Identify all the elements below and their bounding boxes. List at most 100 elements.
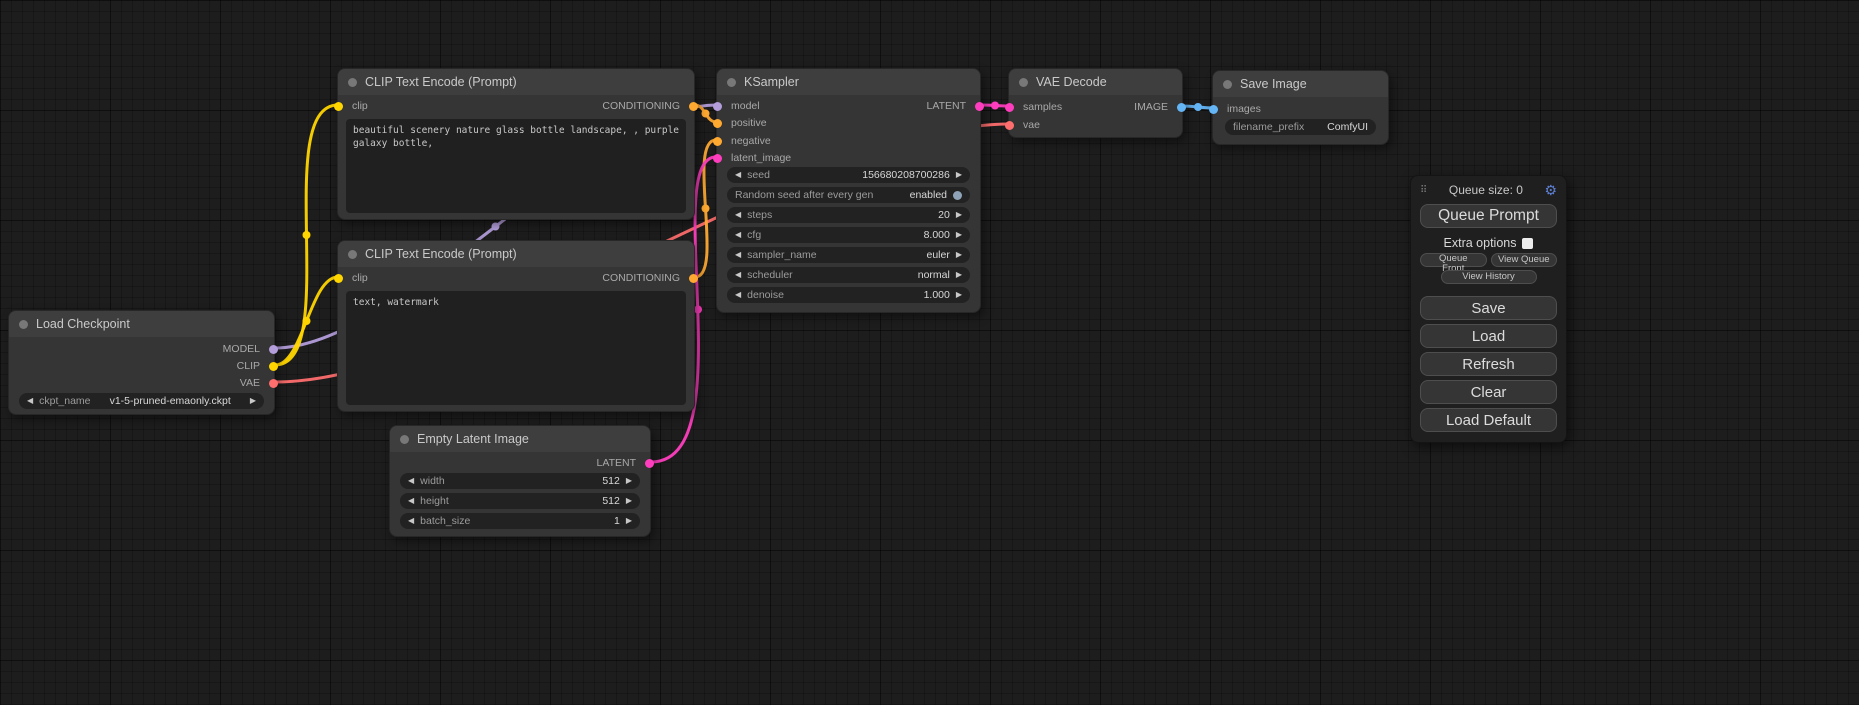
samples-input-slot[interactable]: [1005, 103, 1014, 112]
refresh-button[interactable]: Refresh: [1420, 352, 1557, 376]
node-ksampler[interactable]: KSampler model positive negative latent_…: [716, 68, 981, 313]
vae-output-label: VAE: [240, 377, 260, 389]
node-collapse-dot-icon[interactable]: [727, 78, 736, 87]
clip-encode-positive-title-bar[interactable]: CLIP Text Encode (Prompt): [338, 69, 694, 95]
images-input-slot[interactable]: [1209, 105, 1218, 114]
node-load-checkpoint[interactable]: Load Checkpoint MODEL CLIP VAE ◀ ckpt_na…: [8, 310, 275, 415]
increment-arrow-icon[interactable]: ▶: [626, 513, 632, 529]
save-button[interactable]: Save: [1420, 296, 1557, 320]
node-collapse-dot-icon[interactable]: [1223, 80, 1232, 89]
scheduler-widget[interactable]: ◀ scheduler normal ▶: [727, 267, 970, 283]
node-collapse-dot-icon[interactable]: [1019, 78, 1028, 87]
steps-widget[interactable]: ◀ steps 20 ▶: [727, 207, 970, 223]
conditioning-output-slot[interactable]: [689, 274, 698, 283]
wire-midpoint-dot-model: [492, 223, 500, 231]
increment-arrow-icon[interactable]: ▶: [626, 473, 632, 489]
random-seed-toggle-icon[interactable]: [953, 191, 962, 200]
random-seed-widget[interactable]: Random seed after every gen enabled: [727, 187, 970, 203]
increment-arrow-icon[interactable]: ▶: [956, 167, 962, 183]
batch-size-value: 1: [476, 515, 619, 527]
load-default-button[interactable]: Load Default: [1420, 408, 1557, 432]
vae-output-slot[interactable]: [269, 379, 278, 388]
vae-decode-title-bar[interactable]: VAE Decode: [1009, 69, 1182, 95]
node-collapse-dot-icon[interactable]: [19, 320, 28, 329]
node-save-image[interactable]: Save Image images filename_prefix ComfyU…: [1212, 70, 1389, 145]
model-output-slot[interactable]: [269, 345, 278, 354]
increment-arrow-icon[interactable]: ▶: [626, 493, 632, 509]
decrement-arrow-icon[interactable]: ◀: [408, 473, 414, 489]
model-input-slot[interactable]: [713, 102, 722, 111]
increment-arrow-icon[interactable]: ▶: [956, 227, 962, 243]
latent-image-input-slot[interactable]: [713, 154, 722, 163]
node-empty-latent-image[interactable]: Empty Latent Image LATENT ◀ width 512 ▶ …: [389, 425, 651, 537]
vae-input-label: vae: [1023, 119, 1040, 131]
node-vae-decode[interactable]: VAE Decode samples vae IMAGE: [1008, 68, 1183, 138]
view-queue-button[interactable]: View Queue: [1491, 253, 1558, 267]
clip-encode-negative-title-bar[interactable]: CLIP Text Encode (Prompt): [338, 241, 694, 267]
width-widget[interactable]: ◀ width 512 ▶: [400, 473, 640, 489]
next-value-arrow-icon[interactable]: ▶: [956, 267, 962, 283]
prev-value-arrow-icon[interactable]: ◀: [735, 267, 741, 283]
height-widget[interactable]: ◀ height 512 ▶: [400, 493, 640, 509]
negative-input-slot[interactable]: [713, 137, 722, 146]
positive-input-slot[interactable]: [713, 119, 722, 128]
load-button[interactable]: Load: [1420, 324, 1557, 348]
decrement-arrow-icon[interactable]: ◀: [735, 287, 741, 303]
scheduler-value: normal: [799, 269, 950, 281]
next-value-arrow-icon[interactable]: ▶: [250, 393, 256, 409]
clip-input-slot[interactable]: [334, 274, 343, 283]
filename-prefix-widget[interactable]: filename_prefix ComfyUI: [1225, 119, 1376, 135]
increment-arrow-icon[interactable]: ▶: [956, 287, 962, 303]
extra-options-checkbox[interactable]: [1522, 238, 1533, 249]
prev-value-arrow-icon[interactable]: ◀: [735, 247, 741, 263]
next-value-arrow-icon[interactable]: ▶: [956, 247, 962, 263]
clip-input-slot[interactable]: [334, 102, 343, 111]
load-checkpoint-title-bar[interactable]: Load Checkpoint: [9, 311, 274, 337]
wire-midpoint-dot-clip-negative: [303, 317, 311, 325]
clear-button[interactable]: Clear: [1420, 380, 1557, 404]
node-collapse-dot-icon[interactable]: [348, 78, 357, 87]
ksampler-title-bar[interactable]: KSampler: [717, 69, 980, 95]
denoise-widget[interactable]: ◀ denoise 1.000 ▶: [727, 287, 970, 303]
vae-input-slot[interactable]: [1005, 121, 1014, 130]
drag-handle-icon[interactable]: ⠿: [1420, 185, 1427, 196]
node-graph-canvas[interactable]: Load Checkpoint MODEL CLIP VAE ◀ ckpt_na…: [0, 0, 1859, 705]
cfg-widget[interactable]: ◀ cfg 8.000 ▶: [727, 227, 970, 243]
view-history-button[interactable]: View History: [1441, 270, 1537, 284]
wire-midpoint-dot-latent-output: [991, 102, 999, 110]
empty-latent-title: Empty Latent Image: [417, 432, 529, 446]
decrement-arrow-icon[interactable]: ◀: [408, 513, 414, 529]
clip-output-slot[interactable]: [269, 362, 278, 371]
decrement-arrow-icon[interactable]: ◀: [735, 207, 741, 223]
batch-size-widget[interactable]: ◀ batch_size 1 ▶: [400, 513, 640, 529]
seed-widget[interactable]: ◀ seed 156680208700286 ▶: [727, 167, 970, 183]
decrement-arrow-icon[interactable]: ◀: [408, 493, 414, 509]
queue-prompt-button[interactable]: Queue Prompt: [1420, 204, 1557, 228]
positive-prompt-textarea[interactable]: beautiful scenery nature glass bottle la…: [346, 119, 686, 213]
latent-output-slot[interactable]: [645, 459, 654, 468]
image-output-slot[interactable]: [1177, 103, 1186, 112]
steps-label: steps: [747, 209, 772, 221]
extra-options-label: Extra options: [1444, 236, 1517, 250]
spacer: [1420, 284, 1557, 292]
node-collapse-dot-icon[interactable]: [400, 435, 409, 444]
empty-latent-title-bar[interactable]: Empty Latent Image: [390, 426, 650, 452]
prev-value-arrow-icon[interactable]: ◀: [27, 393, 33, 409]
increment-arrow-icon[interactable]: ▶: [956, 207, 962, 223]
conditioning-output-label: CONDITIONING: [602, 272, 680, 284]
latent-output-slot[interactable]: [975, 102, 984, 111]
save-image-title-bar[interactable]: Save Image: [1213, 71, 1388, 97]
settings-gear-icon[interactable]: ⚙: [1544, 183, 1557, 197]
clip-output-label: CLIP: [237, 360, 260, 372]
decrement-arrow-icon[interactable]: ◀: [735, 167, 741, 183]
node-clip-text-encode-positive[interactable]: CLIP Text Encode (Prompt) clip CONDITION…: [337, 68, 695, 220]
sampler-name-widget[interactable]: ◀ sampler_name euler ▶: [727, 247, 970, 263]
decrement-arrow-icon[interactable]: ◀: [735, 227, 741, 243]
queue-front-button[interactable]: Queue Front: [1420, 253, 1487, 267]
ckpt-name-widget[interactable]: ◀ ckpt_name v1-5-pruned-emaonly.ckpt ▶: [19, 393, 264, 409]
node-collapse-dot-icon[interactable]: [348, 250, 357, 259]
image-output-label: IMAGE: [1134, 101, 1168, 113]
node-clip-text-encode-negative[interactable]: CLIP Text Encode (Prompt) clip CONDITION…: [337, 240, 695, 412]
conditioning-output-slot[interactable]: [689, 102, 698, 111]
negative-prompt-textarea[interactable]: text, watermark: [346, 291, 686, 405]
